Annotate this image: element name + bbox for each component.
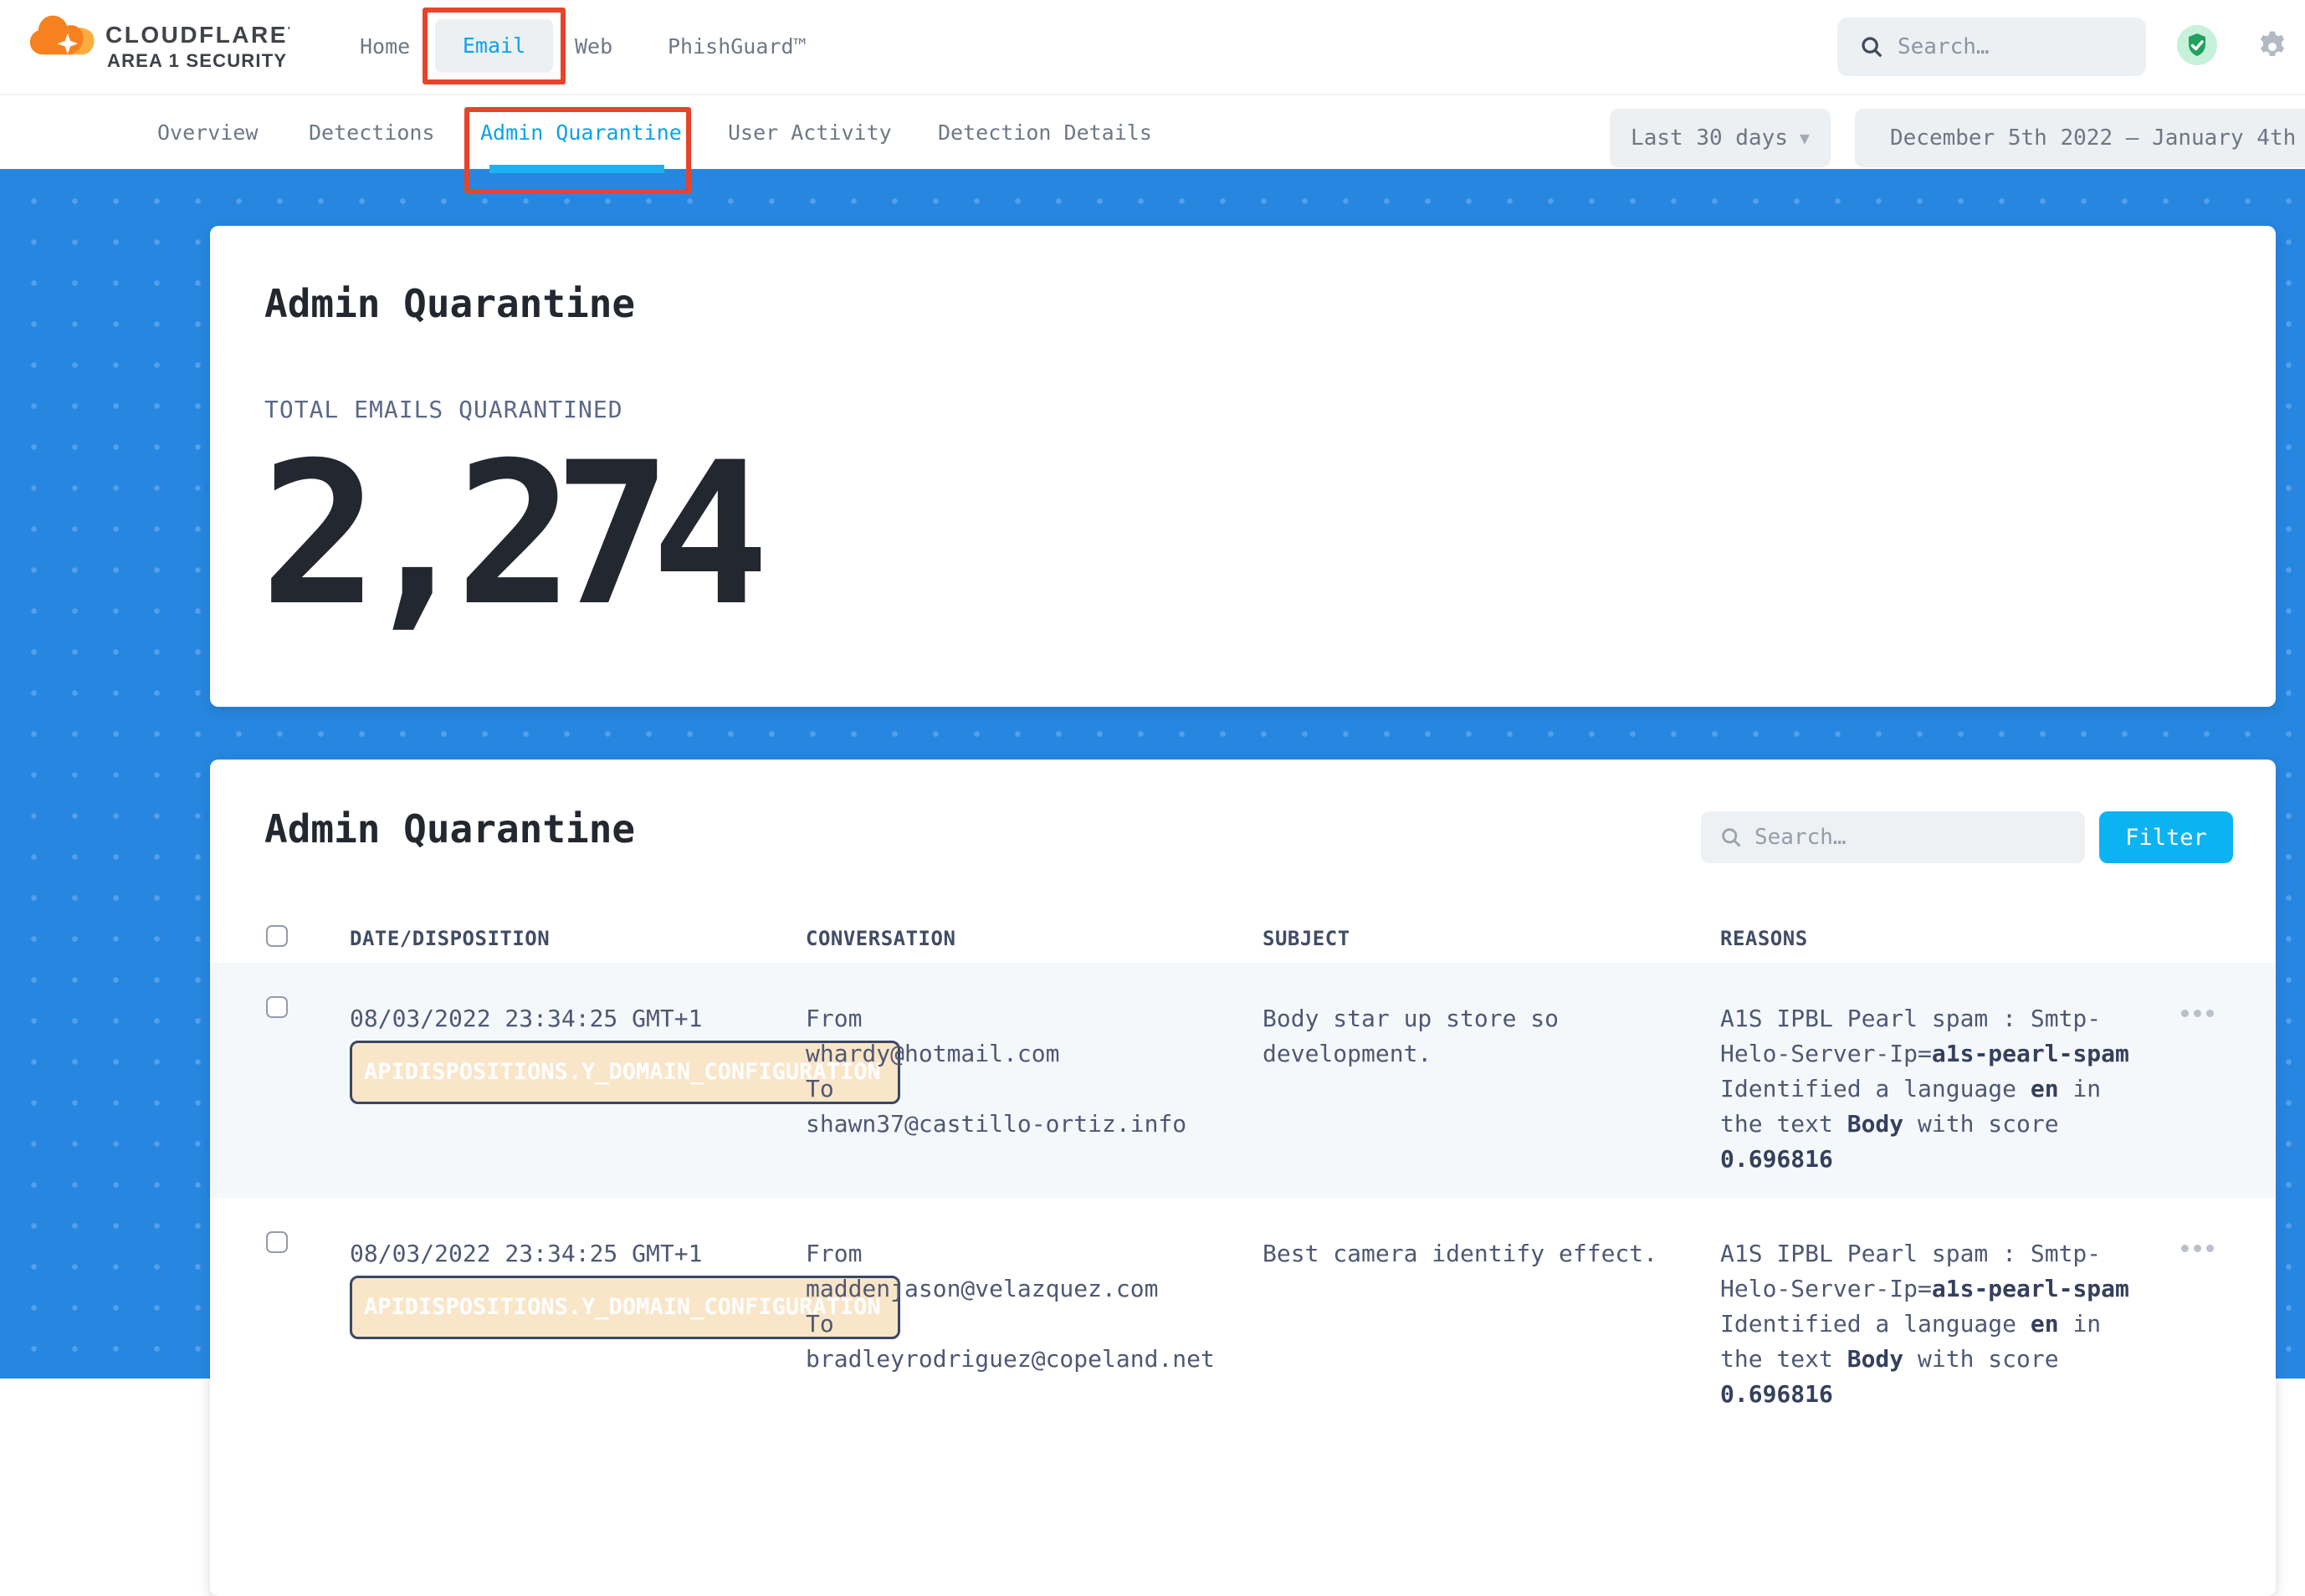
subnav-item-user-activity[interactable]: User Activity — [728, 95, 892, 171]
table-search[interactable] — [1701, 811, 2085, 863]
col-header-date-disposition: DATE/DISPOSITION — [350, 927, 550, 950]
col-header-conversation: CONVERSATION — [806, 927, 955, 950]
row-more-button[interactable] — [2181, 1245, 2214, 1252]
nav-item-phishguard[interactable]: PhishGuard™ — [668, 0, 807, 94]
subject-cell: Body star up store so development. — [1263, 1001, 1681, 1072]
global-search[interactable] — [1837, 18, 2146, 76]
table-card-title: Admin Quarantine — [264, 806, 635, 852]
from-email[interactable]: maddenjason@velazquez.com — [806, 1271, 1263, 1307]
subject-cell: Best camera identify effect. — [1263, 1236, 1681, 1271]
from-email[interactable]: whardy@hotmail.com — [806, 1036, 1263, 1072]
row-more-button[interactable] — [2181, 1010, 2214, 1017]
annotation-box-email-tab: Email — [423, 8, 566, 84]
nav-item-home[interactable]: Home — [360, 0, 410, 94]
search-icon — [1719, 826, 1743, 849]
settings-gear-icon[interactable] — [2254, 28, 2291, 69]
conversation-cell: From maddenjason@velazquez.com To bradle… — [806, 1236, 1263, 1377]
security-status-icon[interactable] — [2177, 25, 2217, 69]
logo-product-text: AREA 1 SECURITY — [107, 50, 287, 72]
date-range-dropdown-label: Last 30 days — [1631, 125, 1788, 151]
col-header-reasons: REASONS — [1720, 927, 1808, 950]
row-checkbox[interactable] — [266, 996, 288, 1018]
annotation-box-admin-quarantine-tab — [464, 107, 691, 194]
subnav-item-overview[interactable]: Overview — [157, 95, 258, 171]
subnav-item-detection-details[interactable]: Detection Details — [938, 95, 1152, 171]
select-all-checkbox[interactable] — [266, 925, 288, 947]
nav-item-email[interactable]: Email — [435, 19, 553, 73]
subnav-item-detections[interactable]: Detections — [309, 95, 435, 171]
to-label: To — [806, 1072, 1263, 1107]
table-row: 08/03/2022 23:34:25 GMT+1 APIDISPOSITION… — [210, 963, 2276, 1198]
col-header-subject: SUBJECT — [1263, 927, 1350, 950]
table-header-row: DATE/DISPOSITION CONVERSATION SUBJECT RE… — [210, 893, 2276, 963]
total-quarantined-value: 2,274 — [260, 433, 749, 637]
date-disposition-cell: 08/03/2022 23:34:25 GMT+1 APIDISPOSITION… — [350, 1001, 806, 1104]
date-disposition-cell: 08/03/2022 23:34:25 GMT+1 APIDISPOSITION… — [350, 1236, 806, 1339]
from-label: From — [806, 1236, 1263, 1271]
to-email[interactable]: shawn37@castillo-ortiz.info — [806, 1107, 1263, 1142]
reasons-cell: A1S IPBL Pearl spam : Smtp-Helo-Server-I… — [1720, 1236, 2172, 1412]
email-subnav: Overview Detections Admin Quarantine Use… — [0, 94, 2305, 169]
cloudflare-logo-icon — [29, 10, 101, 67]
quarantine-table-card: Admin Quarantine Filter DATE/DISPOSITION… — [210, 760, 2276, 1596]
to-email[interactable]: bradleyrodriguez@copeland.net — [806, 1342, 1263, 1377]
row-date: 08/03/2022 23:34:25 GMT+1 — [350, 1236, 806, 1271]
row-checkbox[interactable] — [266, 1231, 288, 1253]
stats-card-title: Admin Quarantine — [264, 281, 635, 326]
total-quarantined-label: TOTAL EMAILS QUARANTINED — [264, 396, 623, 423]
to-label: To — [806, 1307, 1263, 1342]
from-label: From — [806, 1001, 1263, 1036]
logo-brand-text: CLOUDFLARE' — [105, 22, 292, 49]
date-range-text: December 5th 2022 — January 4th 2023 — [1890, 125, 2305, 151]
quarantine-stats-card: Admin Quarantine TOTAL EMAILS QUARANTINE… — [210, 226, 2276, 707]
conversation-cell: From whardy@hotmail.com To shawn37@casti… — [806, 1001, 1263, 1142]
reasons-cell: A1S IPBL Pearl spam : Smtp-Helo-Server-I… — [1720, 1001, 2172, 1177]
page-background: Admin Quarantine TOTAL EMAILS QUARANTINE… — [0, 169, 2305, 1379]
nav-item-web[interactable]: Web — [575, 0, 612, 94]
app-header: CLOUDFLARE' AREA 1 SECURITY Home Email W… — [0, 0, 2305, 94]
date-range-display[interactable]: December 5th 2022 — January 4th 2023 — [1855, 109, 2305, 167]
filter-button[interactable]: Filter — [2099, 811, 2233, 863]
table-search-input[interactable] — [1754, 825, 2031, 850]
date-range-dropdown[interactable]: Last 30 days ▼ — [1610, 109, 1831, 167]
global-search-input[interactable] — [1898, 34, 2107, 59]
chevron-down-icon: ▼ — [1800, 128, 1810, 148]
search-icon — [1859, 34, 1884, 59]
table-row: 08/03/2022 23:34:25 GMT+1 APIDISPOSITION… — [210, 1198, 2276, 1482]
row-date: 08/03/2022 23:34:25 GMT+1 — [350, 1001, 806, 1036]
